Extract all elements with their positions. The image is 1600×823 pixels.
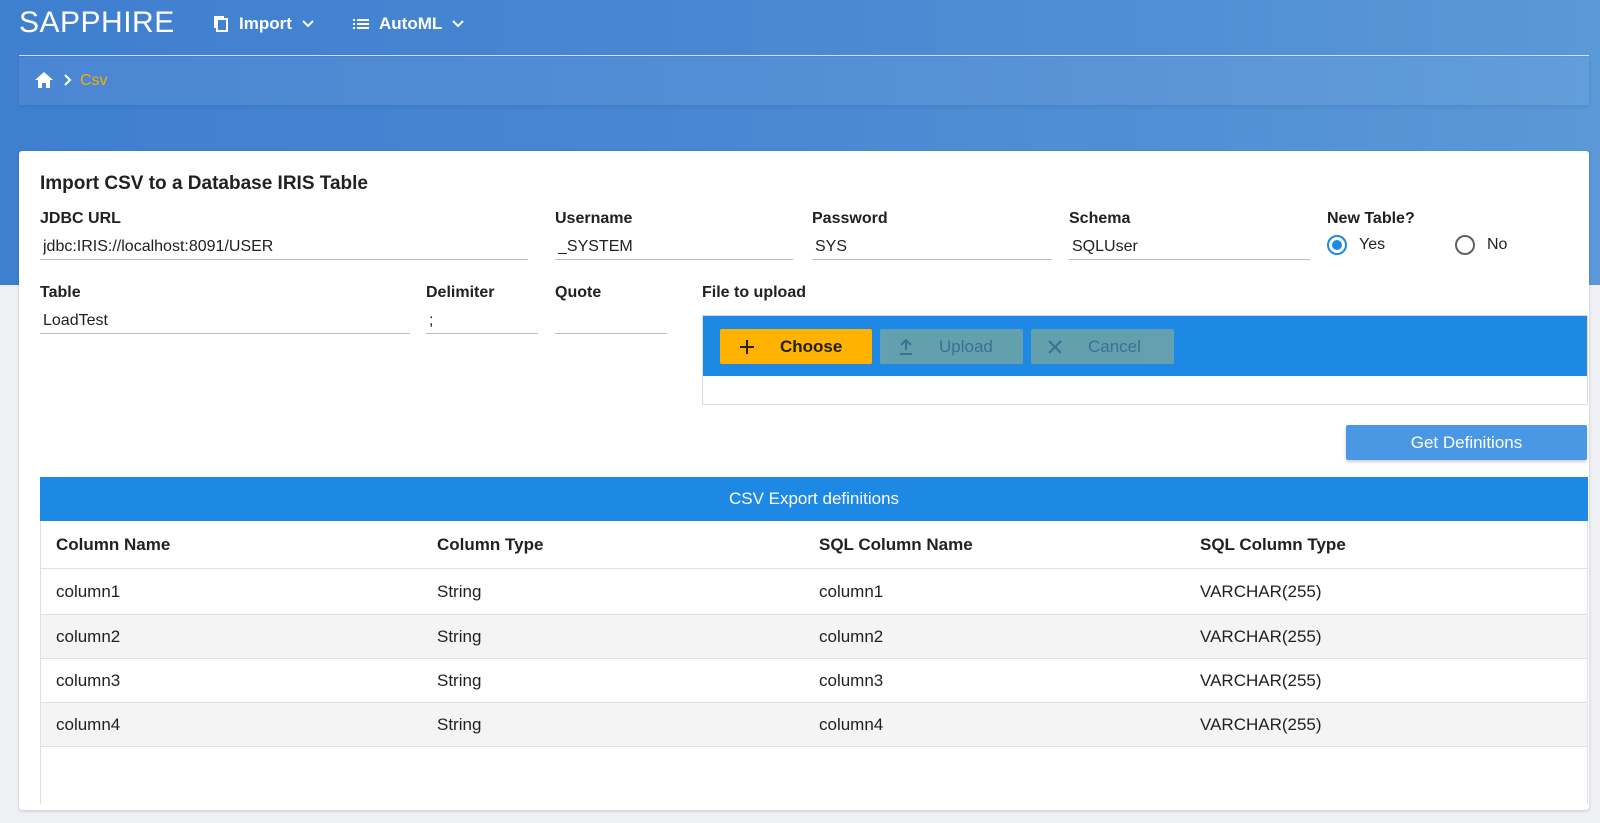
password-input[interactable] <box>812 234 1052 260</box>
chevron-down-icon <box>302 20 314 28</box>
table-cell: String <box>437 714 482 734</box>
close-icon <box>1046 338 1064 356</box>
plus-icon <box>738 338 756 356</box>
table-cell: VARCHAR(255) <box>1200 581 1322 601</box>
new-table-no-radio[interactable]: No <box>1455 235 1507 255</box>
table-cell: column1 <box>56 581 121 601</box>
breadcrumb: Csv <box>19 57 1589 105</box>
table-cell: VARCHAR(255) <box>1200 714 1322 734</box>
table-row[interactable]: column4 String column4 VARCHAR(255) <box>41 703 1587 747</box>
table-row[interactable]: column2 String column2 VARCHAR(255) <box>41 615 1587 659</box>
quote-label: Quote <box>555 284 602 301</box>
list-icon <box>351 14 371 34</box>
radio-selected-icon <box>1327 235 1347 255</box>
nav-menu-automl[interactable]: AutoML <box>351 13 464 35</box>
nav-menu-import[interactable]: Import <box>211 13 314 35</box>
file-upload-label: File to upload <box>702 284 806 301</box>
table-row[interactable]: column1 String column1 VARCHAR(255) <box>41 569 1587 615</box>
table-cell: String <box>437 670 482 690</box>
table-input[interactable] <box>40 308 410 334</box>
upload-button[interactable]: Upload <box>880 329 1023 364</box>
table-label: Table <box>40 284 81 301</box>
column-header[interactable]: Column Name <box>56 535 170 555</box>
table-cell: String <box>437 581 482 601</box>
delimiter-input[interactable] <box>426 308 538 334</box>
new-table-yes-label: Yes <box>1359 236 1386 253</box>
new-table-no-label: No <box>1487 236 1508 253</box>
choose-file-button[interactable]: Choose <box>720 329 872 364</box>
table-cell: column1 <box>819 581 884 601</box>
username-label: Username <box>555 210 633 227</box>
copy-icon <box>211 14 231 34</box>
nav-menu-import-label: Import <box>239 14 292 33</box>
home-icon[interactable] <box>34 71 54 91</box>
file-upload-toolbar: Choose Upload Cancel <box>703 316 1587 376</box>
table-cell: VARCHAR(255) <box>1200 626 1322 646</box>
navbar-divider <box>19 55 1589 56</box>
table-caption: CSV Export definitions <box>40 477 1588 521</box>
jdbc-url-input[interactable] <box>40 234 528 260</box>
table-cell: column4 <box>819 714 884 734</box>
table-cell: column2 <box>819 626 884 646</box>
delimiter-label: Delimiter <box>426 284 495 301</box>
card-title: Import CSV to a Database IRIS Table <box>40 173 369 194</box>
new-table-label: New Table? <box>1327 210 1415 227</box>
chevron-right-icon <box>63 73 75 89</box>
quote-input[interactable] <box>555 308 667 334</box>
password-label: Password <box>812 210 888 227</box>
import-card: Import CSV to a Database IRIS Table JDBC… <box>19 151 1589 810</box>
schema-label: Schema <box>1069 210 1131 227</box>
chevron-down-icon <box>452 20 464 28</box>
get-definitions-button[interactable]: Get Definitions <box>1346 425 1587 460</box>
table-header-row: Column Name Column Type SQL Column Name … <box>41 521 1587 569</box>
table-cell: column3 <box>819 670 884 690</box>
column-header[interactable]: SQL Column Name <box>819 535 973 555</box>
table-cell: String <box>437 626 482 646</box>
table-cell: column4 <box>56 714 121 734</box>
new-table-yes-radio[interactable]: Yes <box>1327 235 1385 255</box>
app-brand[interactable]: SAPPHIRE <box>19 6 175 40</box>
table-cell: column2 <box>56 626 121 646</box>
breadcrumb-current: Csv <box>80 72 108 89</box>
column-header[interactable]: SQL Column Type <box>1200 535 1346 555</box>
jdbc-url-label: JDBC URL <box>40 210 121 227</box>
table-cell: VARCHAR(255) <box>1200 670 1322 690</box>
choose-file-label: Choose <box>780 336 843 356</box>
schema-input[interactable] <box>1069 234 1310 260</box>
upload-label: Upload <box>939 336 993 356</box>
definitions-table: Column Name Column Type SQL Column Name … <box>40 521 1588 804</box>
column-header[interactable]: Column Type <box>437 535 543 555</box>
nav-menu-automl-label: AutoML <box>379 14 443 33</box>
file-upload-widget: Choose Upload Cancel <box>702 315 1588 405</box>
top-navbar: SAPPHIRE Import AutoML <box>0 0 1600 56</box>
cancel-upload-label: Cancel <box>1088 336 1141 356</box>
username-input[interactable] <box>555 234 793 260</box>
cancel-upload-button[interactable]: Cancel <box>1031 329 1174 364</box>
table-cell: column3 <box>56 670 121 690</box>
upload-icon <box>897 338 915 356</box>
table-row[interactable]: column3 String column3 VARCHAR(255) <box>41 659 1587 703</box>
radio-unselected-icon <box>1455 235 1475 255</box>
